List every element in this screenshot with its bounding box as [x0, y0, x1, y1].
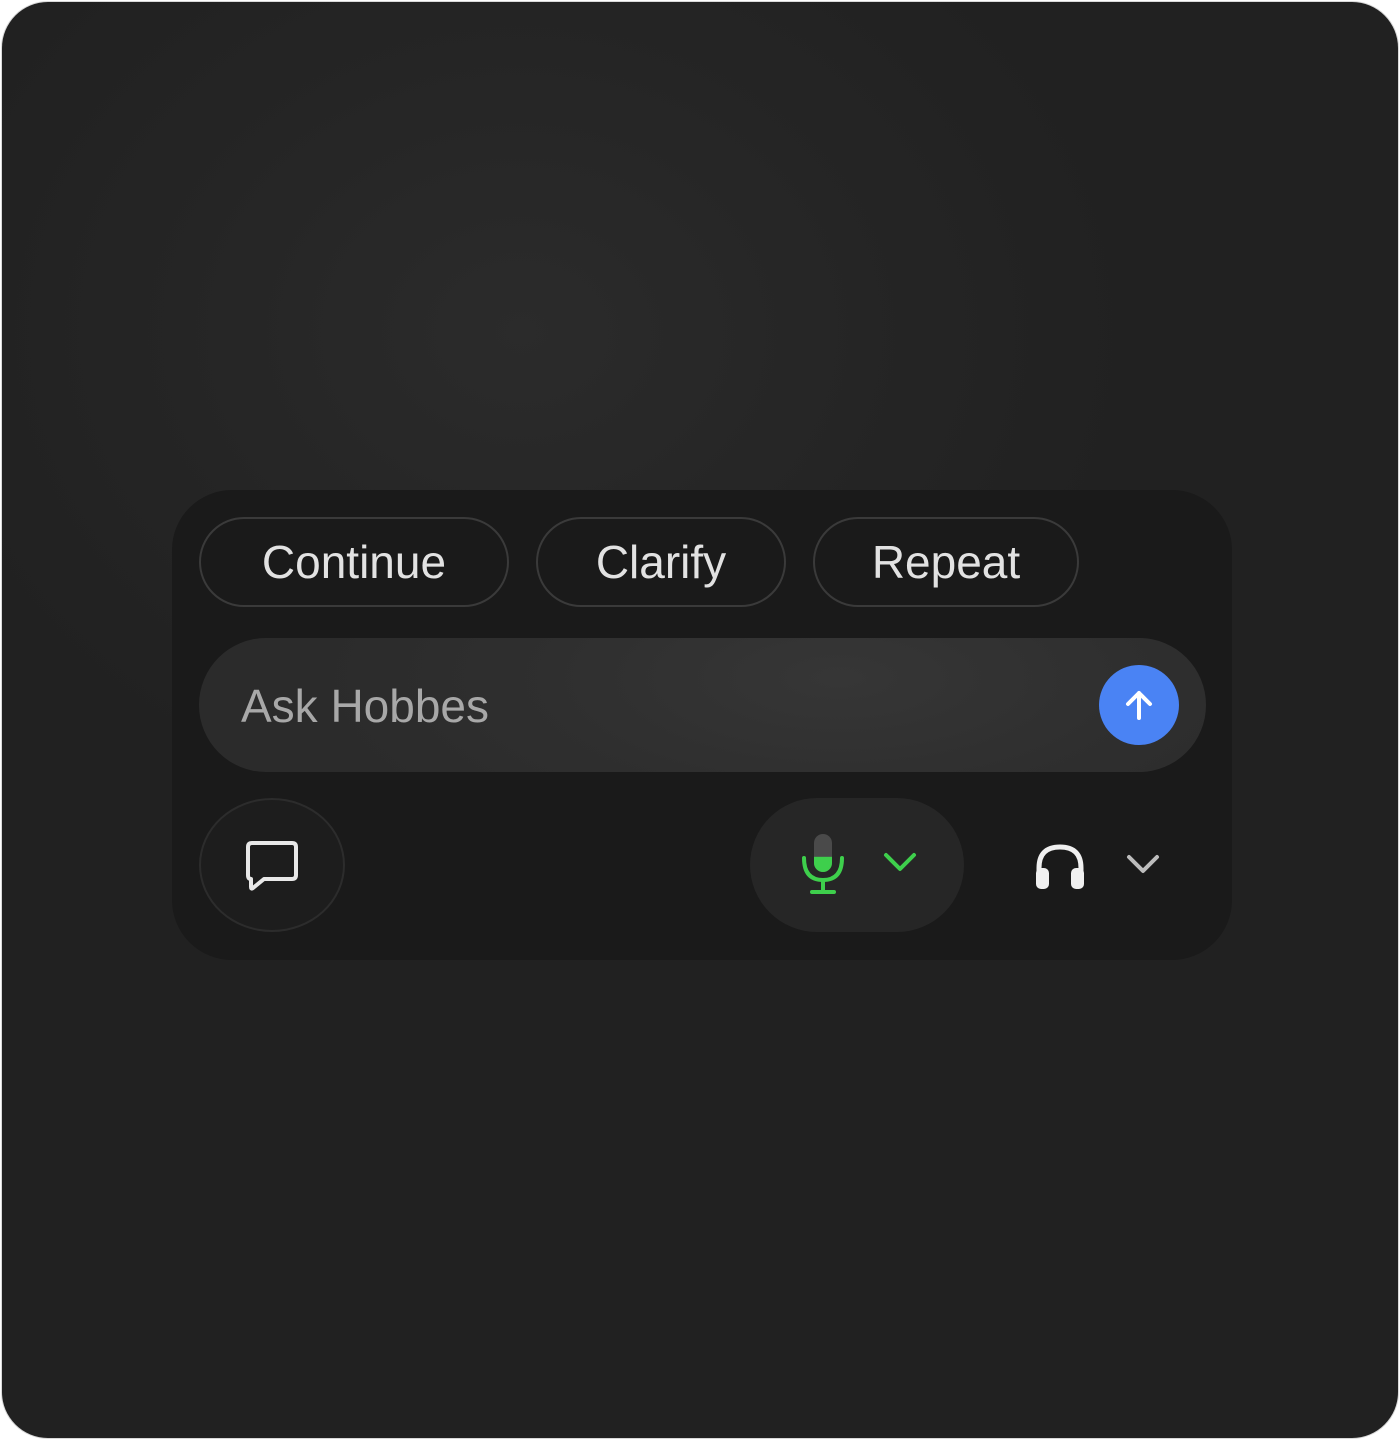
microphone-icon: [802, 834, 844, 894]
ask-bar: [199, 638, 1206, 774]
clarify-chip[interactable]: Clarify: [536, 517, 786, 607]
voice-assistant-panel: Continue Clarify Repeat: [172, 490, 1232, 960]
continue-chip[interactable]: Continue: [199, 517, 509, 607]
mic-chevron-down-icon: [884, 853, 916, 871]
clarify-chip-label: Clarify: [595, 536, 727, 588]
mic-input-selector[interactable]: [750, 798, 964, 932]
ask-input[interactable]: [239, 638, 1083, 774]
audio-chevron-down-icon[interactable]: [1125, 852, 1161, 876]
send-button[interactable]: [1099, 665, 1179, 745]
chat-button[interactable]: [199, 798, 345, 932]
app-window: Continue Clarify Repeat: [2, 2, 1398, 1438]
headphones-icon[interactable]: [1034, 842, 1086, 890]
repeat-chip-label: Repeat: [871, 536, 1021, 588]
continue-chip-label: Continue: [261, 536, 447, 588]
chat-bubble-icon: [246, 841, 298, 891]
arrow-up-icon: [1126, 691, 1152, 720]
repeat-chip[interactable]: Repeat: [813, 517, 1079, 607]
